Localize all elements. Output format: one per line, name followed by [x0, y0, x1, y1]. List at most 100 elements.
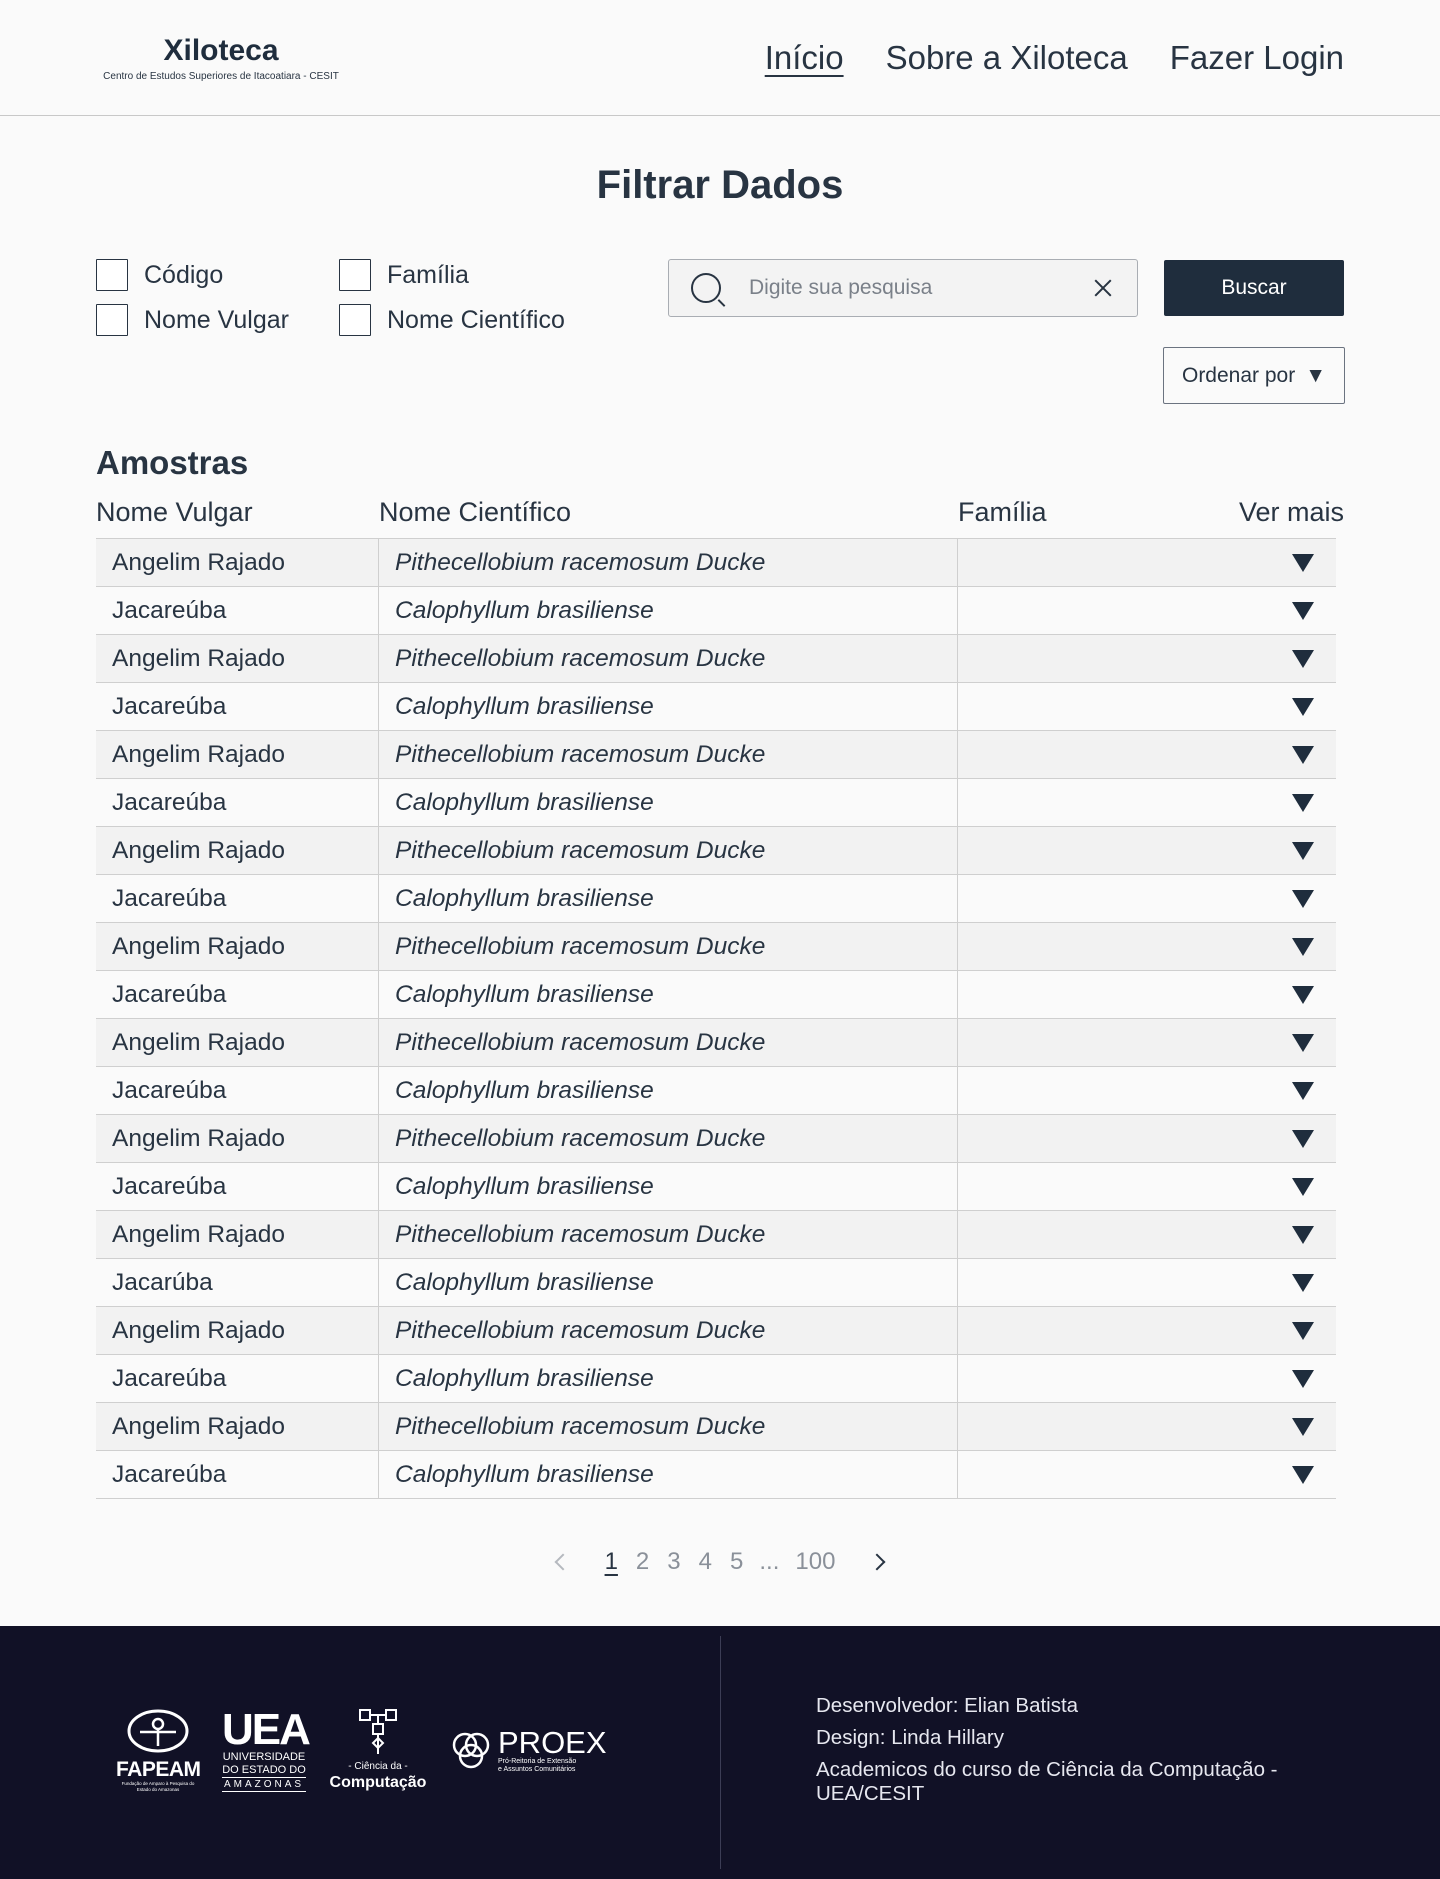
page-last[interactable]: 100 — [793, 1548, 837, 1576]
credit-developer: Desenvolvedor: Elian Batista — [816, 1694, 1079, 1717]
main-nav: Início Sobre a Xiloteca Fazer Login — [765, 36, 1344, 80]
site-footer: FAPEAM Fundação de Amparo à Pesquisa do … — [0, 1626, 1440, 1879]
page-1[interactable]: 1 — [603, 1548, 620, 1576]
table-row[interactable]: Jacareúba Calophyllum brasiliense — [96, 1067, 1336, 1115]
cell-nome-cientifico: Calophyllum brasiliense — [379, 1067, 958, 1114]
checkbox-box[interactable] — [96, 259, 128, 291]
nav-login[interactable]: Fazer Login — [1170, 36, 1344, 80]
table-row[interactable]: Jacareúba Calophyllum brasiliense — [96, 683, 1336, 731]
nav-inicio[interactable]: Início — [765, 36, 844, 80]
column-header-ver-mais: Ver mais — [1238, 497, 1344, 527]
table-row[interactable]: Jacarúba Calophyllum brasiliense — [96, 1259, 1336, 1307]
table-row[interactable]: Angelim Rajado Pithecellobium racemosum D… — [96, 1403, 1336, 1451]
page-5[interactable]: 5 — [728, 1548, 745, 1576]
table-row[interactable]: Angelim Rajado Pithecellobium racemosum D… — [96, 731, 1336, 779]
expand-arrow-icon[interactable] — [1292, 840, 1314, 862]
samples-table: Angelim Rajado Pithecellobium racemosum D… — [96, 538, 1336, 1499]
expand-arrow-icon[interactable] — [1292, 936, 1314, 958]
page-4[interactable]: 4 — [697, 1548, 714, 1576]
computacao-subtext: - Ciência da - — [348, 1761, 408, 1772]
expand-arrow-icon[interactable] — [1292, 696, 1314, 718]
expand-arrow-icon[interactable] — [1292, 1368, 1314, 1390]
checkbox-nome-cientifico[interactable]: Nome Científico — [339, 304, 565, 336]
checkbox-codigo[interactable]: Código — [96, 259, 223, 291]
cell-nome-cientifico: Pithecellobium racemosum Ducke — [379, 539, 958, 586]
next-page-button[interactable] — [867, 1547, 891, 1577]
expand-arrow-icon[interactable] — [1292, 984, 1314, 1006]
computacao-text: Computação — [329, 1774, 427, 1791]
cell-familia-ver-mais — [958, 923, 1336, 970]
table-row[interactable]: Angelim Rajado Pithecellobium racemosum D… — [96, 635, 1336, 683]
expand-arrow-icon[interactable] — [1292, 888, 1314, 910]
close-icon[interactable] — [1093, 278, 1113, 298]
table-row[interactable]: Angelim Rajado Pithecellobium racemosum D… — [96, 1211, 1336, 1259]
table-row[interactable]: Jacareúba Calophyllum brasiliense — [96, 587, 1336, 635]
expand-arrow-icon[interactable] — [1292, 648, 1314, 670]
search-button[interactable]: Buscar — [1164, 260, 1344, 316]
expand-arrow-icon[interactable] — [1292, 1464, 1314, 1486]
page-3[interactable]: 3 — [665, 1548, 682, 1576]
cell-familia-ver-mais — [958, 539, 1336, 586]
cell-familia-ver-mais — [958, 779, 1336, 826]
table-row[interactable]: Angelim Rajado Pithecellobium racemosum D… — [96, 1115, 1336, 1163]
expand-arrow-icon[interactable] — [1292, 1032, 1314, 1054]
checkbox-familia[interactable]: Família — [339, 259, 469, 291]
expand-arrow-icon[interactable] — [1292, 744, 1314, 766]
table-row[interactable]: Jacareúba Calophyllum brasiliense — [96, 1451, 1336, 1499]
checkbox-box[interactable] — [339, 304, 371, 336]
table-row[interactable]: Angelim Rajado Pithecellobium racemosum D… — [96, 1019, 1336, 1067]
cell-nome-vulgar: Jacareúba — [96, 1355, 379, 1402]
brand-subtitle: Centro de Estudos Superiores de Itacoati… — [103, 71, 339, 82]
prev-page-button[interactable] — [549, 1547, 573, 1577]
cell-nome-vulgar: Jacareúba — [96, 683, 379, 730]
page-2[interactable]: 2 — [634, 1548, 651, 1576]
cell-familia-ver-mais — [958, 1067, 1336, 1114]
expand-arrow-icon[interactable] — [1292, 1128, 1314, 1150]
checkbox-box[interactable] — [96, 304, 128, 336]
checkbox-label: Família — [387, 260, 469, 289]
uea-subtext-3: AMAZONAS — [222, 1777, 306, 1792]
table-row[interactable]: Jacareúba Calophyllum brasiliense — [96, 875, 1336, 923]
expand-arrow-icon[interactable] — [1292, 1272, 1314, 1294]
footer-divider — [720, 1636, 721, 1869]
table-row[interactable]: Jacareúba Calophyllum brasiliense — [96, 779, 1336, 827]
expand-arrow-icon[interactable] — [1292, 1080, 1314, 1102]
search-icon[interactable] — [691, 273, 721, 303]
brand-logo[interactable]: Xiloteca Centro de Estudos Superiores de… — [96, 34, 346, 84]
table-row[interactable]: Angelim Rajado Pithecellobium racemosum D… — [96, 827, 1336, 875]
cell-nome-vulgar: Angelim Rajado — [96, 1211, 379, 1258]
expand-arrow-icon[interactable] — [1292, 1176, 1314, 1198]
cell-nome-vulgar: Jacareúba — [96, 1451, 379, 1498]
table-row[interactable]: Angelim Rajado Pithecellobium racemosum D… — [96, 1307, 1336, 1355]
cell-nome-cientifico: Calophyllum brasiliense — [379, 1259, 958, 1306]
cell-familia-ver-mais — [958, 1307, 1336, 1354]
checkbox-label: Código — [144, 260, 224, 289]
order-by-button[interactable]: Ordenar por ▼ — [1163, 347, 1345, 404]
expand-arrow-icon[interactable] — [1292, 792, 1314, 814]
table-row[interactable]: Jacareúba Calophyllum brasiliense — [96, 971, 1336, 1019]
checkbox-box[interactable] — [339, 259, 371, 291]
expand-arrow-icon[interactable] — [1292, 552, 1314, 574]
column-header-familia[interactable]: Família — [958, 497, 1047, 528]
cell-nome-vulgar: Angelim Rajado — [96, 1403, 379, 1450]
table-row[interactable]: Angelim Rajado Pithecellobium racemosum D… — [96, 923, 1336, 971]
expand-arrow-icon[interactable] — [1292, 600, 1314, 622]
table-row[interactable]: Jacareúba Calophyllum brasiliense — [96, 1163, 1336, 1211]
expand-arrow-icon[interactable] — [1292, 1416, 1314, 1438]
search-input[interactable] — [749, 276, 1079, 300]
table-row[interactable]: Jacareúba Calophyllum brasiliense — [96, 1355, 1336, 1403]
expand-arrow-icon[interactable] — [1292, 1224, 1314, 1246]
expand-arrow-icon[interactable] — [1292, 1320, 1314, 1342]
column-header-nome-vulgar[interactable]: Nome Vulgar — [96, 497, 253, 528]
table-row[interactable]: Angelim Rajado Pithecellobium racemosum D… — [96, 539, 1336, 587]
column-header-nome-cientifico[interactable]: Nome Científico — [379, 497, 571, 528]
cell-nome-cientifico: Pithecellobium racemosum Ducke — [379, 635, 958, 682]
checkbox-nome-vulgar[interactable]: Nome Vulgar — [96, 304, 289, 336]
order-by-label: Ordenar por — [1181, 363, 1296, 387]
cell-nome-vulgar: Angelim Rajado — [96, 1115, 379, 1162]
cell-nome-vulgar: Jacareúba — [96, 779, 379, 826]
fapeam-subtext: Fundação de Amparo à Pesquisa do Estado … — [121, 1781, 195, 1792]
search-box — [668, 259, 1138, 317]
uea-text: UEA — [222, 1705, 311, 1754]
nav-sobre[interactable]: Sobre a Xiloteca — [886, 36, 1128, 80]
